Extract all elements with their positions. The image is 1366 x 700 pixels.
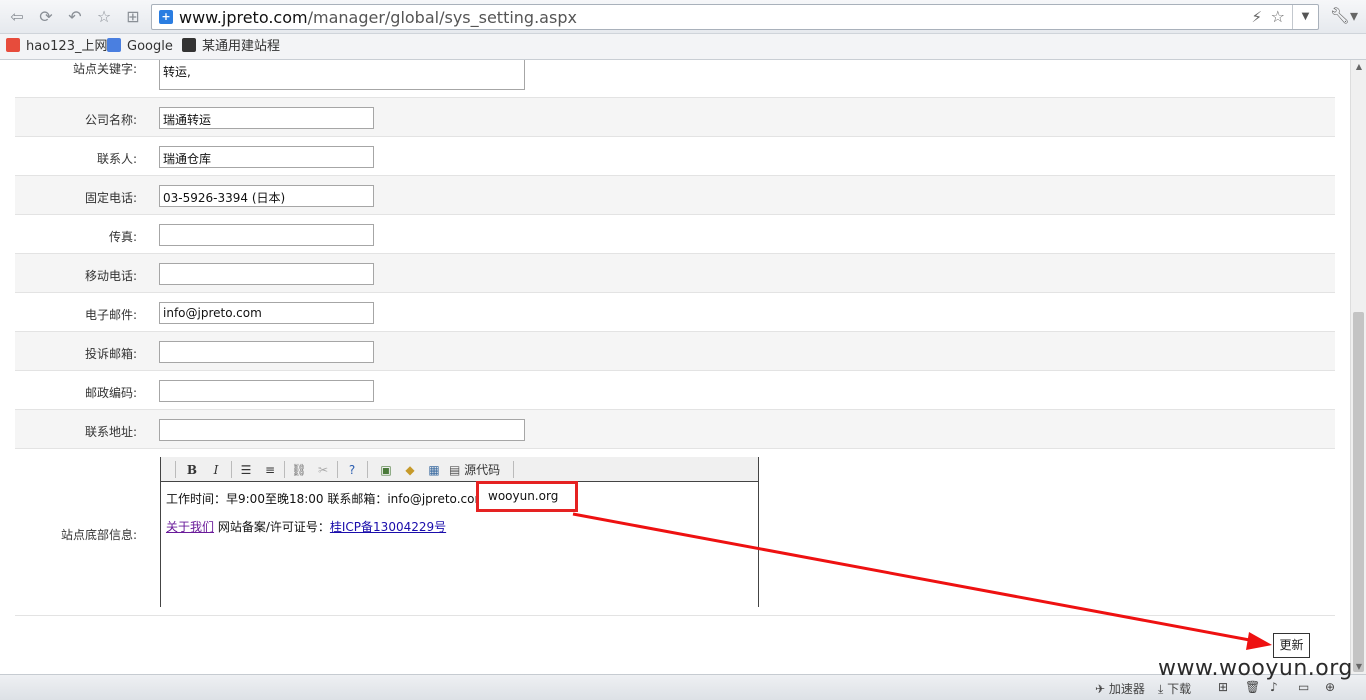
phone-label: 固定电话: (84, 191, 137, 205)
favorite-icon[interactable]: ☆ (94, 7, 114, 27)
bookmark-star-icon[interactable]: ☆ (1271, 7, 1285, 26)
hao123-icon (6, 38, 20, 52)
complaint-label: 投诉邮箱: (84, 347, 137, 361)
bold-button[interactable]: B (183, 461, 201, 479)
contact-input[interactable]: 瑞通仓库 (159, 146, 374, 168)
row-contact: 联系人: 瑞通仓库 (15, 137, 1335, 176)
refresh-icon[interactable]: ⟳ (36, 7, 56, 27)
toolbar-separator (231, 461, 232, 478)
icp-link[interactable]: 桂ICP备13004229号 (330, 520, 446, 534)
lightning-icon[interactable]: ⚡ (1251, 8, 1262, 26)
row-keywords: 站点关键字: 转运, (15, 60, 1335, 98)
zoom-level-icon[interactable]: ⊕ (1325, 680, 1335, 694)
row-address: 联系地址: (15, 410, 1335, 449)
injected-text-highlight: wooyun.org (476, 481, 578, 512)
image-icon[interactable]: ▣ (377, 461, 395, 479)
fax-label: 传真: (108, 230, 137, 244)
toolbar-separator (284, 461, 285, 478)
icp-label: 网站备案/许可证号： (217, 520, 330, 534)
accelerator-button[interactable]: ✈︎ 加速器 (1095, 680, 1145, 697)
mobile-label: 移动电话: (84, 269, 137, 283)
update-button[interactable]: 更新 (1273, 633, 1310, 658)
zip-input[interactable] (159, 380, 374, 402)
toolbar-separator (513, 461, 514, 478)
rich-text-editor[interactable]: B I ☰ ≡ ⛓︎ ✂︎ ? ▣ ◆ ▦ ▤ 源代码 工作时间：早9:00至晚… (160, 457, 759, 607)
address-dropdown-icon[interactable]: ▼ (1292, 5, 1318, 29)
italic-button[interactable]: I (207, 461, 225, 479)
apps-icon[interactable]: ⊞ (123, 7, 143, 27)
back-icon[interactable]: ⇦ (7, 7, 27, 27)
table-icon[interactable]: ▦ (425, 461, 443, 479)
about-us-link[interactable]: 关于我们 (166, 520, 214, 534)
row-footer-info: 站点底部信息: B I ☰ ≡ ⛓︎ ✂︎ ? ▣ ◆ ▦ ▤ 源代码 工作时间… (15, 449, 1335, 616)
zoom-icon[interactable]: ⊞ (1218, 680, 1228, 694)
rocket-icon: ✈︎ (1095, 682, 1106, 696)
work-hours-text: 工作时间：早9:00至晚18:00 联系邮箱：info@jpreto.com (166, 492, 487, 506)
bookmark-site-builder[interactable]: 某通用建站程 (182, 38, 280, 56)
fax-input[interactable] (159, 224, 374, 246)
row-zip: 邮政编码: (15, 371, 1335, 410)
volume-icon[interactable]: ♪ (1270, 680, 1278, 694)
download-icon: ⤓ (1158, 682, 1164, 696)
keywords-label: 站点关键字: (72, 62, 137, 76)
unlink-icon[interactable]: ✂︎ (314, 461, 332, 479)
site-builder-icon (182, 38, 196, 52)
scroll-down-icon[interactable]: ▼ (1351, 660, 1366, 674)
settings-page: 站点关键字: 转运, 公司名称: 瑞通转运 联系人: 瑞通仓库 固定电话: 03… (0, 60, 1350, 674)
zip-label: 邮政编码: (84, 386, 137, 400)
footer-links-line: 关于我们 网站备案/许可证号：桂ICP备13004229号 (166, 518, 446, 535)
bookmark-hao123[interactable]: hao123_上网 (6, 38, 107, 56)
toolbar-separator (367, 461, 368, 478)
keywords-textarea[interactable]: 转运, (159, 60, 525, 90)
row-mobile: 移动电话: (15, 254, 1335, 293)
ordered-list-icon[interactable]: ☰ (237, 461, 255, 479)
help-icon[interactable]: ? (343, 461, 361, 479)
settings-wrench-icon[interactable]: 🔧︎▾ (1330, 6, 1358, 25)
bookmarks-bar: hao123_上网 Google 某通用建站程 (0, 34, 1366, 60)
source-code-icon: ▤ (449, 463, 461, 477)
editor-toolbar: B I ☰ ≡ ⛓︎ ✂︎ ? ▣ ◆ ▦ ▤ 源代码 (161, 457, 758, 482)
flash-icon[interactable]: ◆ (401, 461, 419, 479)
company-label: 公司名称: (84, 113, 137, 127)
row-phone: 固定电话: 03-5926-3394 (日本) (15, 176, 1335, 215)
mobile-input[interactable] (159, 263, 374, 285)
address-input[interactable] (159, 419, 525, 441)
address-url[interactable]: www.jpreto.com/manager/global/sys_settin… (179, 8, 577, 27)
address-label: 联系地址: (84, 425, 137, 439)
download-button[interactable]: ⤓ 下载 (1158, 680, 1191, 697)
complaint-input[interactable] (159, 341, 374, 363)
bookmark-google[interactable]: Google (107, 38, 173, 56)
toolbar-separator (175, 461, 176, 478)
page-scrollbar[interactable]: ▲ ▼ (1350, 60, 1366, 674)
watermark: www.wooyun.org (1158, 656, 1353, 681)
link-icon[interactable]: ⛓︎ (290, 461, 308, 479)
google-icon (107, 38, 121, 52)
scroll-up-icon[interactable]: ▲ (1351, 60, 1366, 74)
row-email: 电子邮件: info@jpreto.com (15, 293, 1335, 332)
screen-icon[interactable]: ▭ (1298, 680, 1309, 694)
footer-info-label: 站点底部信息: (60, 528, 137, 542)
trash-icon[interactable]: 🗑︎ (1245, 680, 1260, 694)
row-fax: 传真: (15, 215, 1335, 254)
contact-label: 联系人: (96, 152, 137, 166)
row-company: 公司名称: 瑞通转运 (15, 98, 1335, 137)
phone-input[interactable]: 03-5926-3394 (日本) (159, 185, 374, 207)
injected-text: wooyun.org (488, 489, 559, 503)
toolbar-separator (337, 461, 338, 478)
security-shield-icon: + (159, 10, 173, 24)
undo-icon[interactable]: ↶ (65, 7, 85, 27)
email-input[interactable]: info@jpreto.com (159, 302, 374, 324)
email-label: 电子邮件: (84, 308, 137, 322)
browser-toolbar: ⇦ ⟳ ↶ ☆ ⊞ + www.jpreto.com/manager/globa… (0, 0, 1366, 34)
source-code-button[interactable]: ▤ 源代码 (449, 461, 509, 479)
unordered-list-icon[interactable]: ≡ (261, 461, 279, 479)
company-input[interactable]: 瑞通转运 (159, 107, 374, 129)
address-bar[interactable]: + www.jpreto.com/manager/global/sys_sett… (151, 4, 1319, 30)
scroll-thumb[interactable] (1353, 312, 1364, 672)
row-complaint: 投诉邮箱: (15, 332, 1335, 371)
